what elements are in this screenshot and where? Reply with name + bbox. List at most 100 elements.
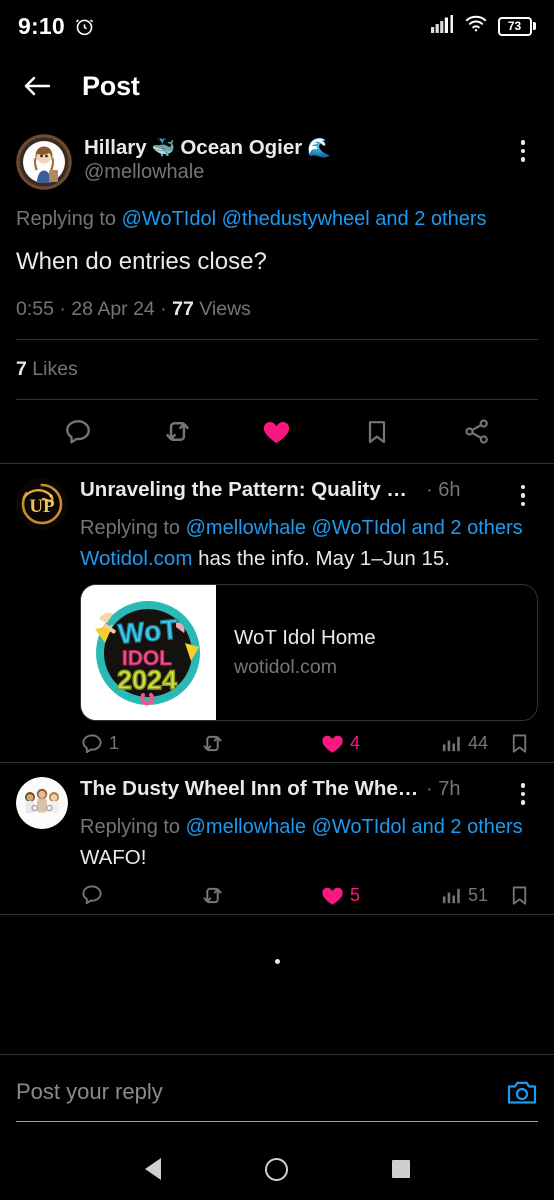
reply-display-name[interactable]: The Dusty Wheel Inn of The Wheel... xyxy=(80,777,420,801)
camera-icon xyxy=(507,1081,537,1104)
replying-prefix: Replying to xyxy=(80,816,186,839)
share-button[interactable] xyxy=(426,417,526,446)
reply-button[interactable] xyxy=(80,883,200,907)
camera-button[interactable] xyxy=(506,1077,538,1107)
like-button[interactable]: 4 xyxy=(320,731,440,756)
nav-home-button[interactable] xyxy=(264,1157,288,1181)
retweet-button[interactable] xyxy=(128,416,228,447)
arrow-left-icon xyxy=(24,76,51,96)
status-bar: 9:10 73 xyxy=(0,0,554,52)
reply-item[interactable]: The Dusty Wheel Inn of The Wheel... · 7h… xyxy=(0,763,554,914)
reply-item[interactable]: UP Unraveling the Pattern: Quality Wo...… xyxy=(0,464,554,762)
like-heart-icon xyxy=(322,735,343,753)
meta-separator-1: · xyxy=(53,298,72,321)
reply-icon xyxy=(82,734,102,753)
views-count: 44 xyxy=(468,733,489,754)
reply-input-placeholder[interactable]: Post your reply xyxy=(16,1079,506,1105)
wifi-icon xyxy=(465,15,487,37)
retweet-button[interactable] xyxy=(200,731,320,756)
likes-count: 7 xyxy=(16,358,27,381)
replying-mentions[interactable]: @WoTIdol @thedustywheel xyxy=(122,208,370,230)
bookmark-button[interactable] xyxy=(327,418,427,446)
reply-text: Wotidol.com has the info. May 1–Jun 15. xyxy=(80,545,538,574)
reply-icon xyxy=(82,885,102,905)
views-button[interactable]: 44 xyxy=(440,732,488,755)
reply-content: The Dusty Wheel Inn of The Wheel... · 7h… xyxy=(80,777,538,908)
more-options-icon xyxy=(520,140,526,162)
replying-prefix: Replying to xyxy=(16,208,122,230)
bookmark-button[interactable] xyxy=(488,884,550,907)
share-button[interactable] xyxy=(550,884,554,907)
reply-timestamp: · 6h xyxy=(426,479,461,502)
battery-level-label: 73 xyxy=(507,19,522,33)
nav-back-button[interactable] xyxy=(144,1158,161,1180)
share-button[interactable] xyxy=(550,732,554,755)
tweet-date: 28 Apr 24 xyxy=(71,298,155,321)
reply-content: Unraveling the Pattern: Quality Wo... · … xyxy=(80,478,538,756)
link-preview-card[interactable]: WoT IDOL 2024 WoT Idol Home wotidol.com xyxy=(80,584,538,722)
retweet-button[interactable] xyxy=(200,883,320,908)
views-bars-icon xyxy=(442,736,460,752)
user-handle[interactable]: @mellowhale xyxy=(84,161,496,184)
status-bar-left: 9:10 xyxy=(18,13,95,40)
thread-feed[interactable]: Hillary 🐳 Ocean Ogier 🌊 @mellowhale Repl… xyxy=(0,120,554,1054)
bookmark-icon xyxy=(512,734,526,753)
bookmark-icon xyxy=(368,420,385,444)
reply-replying-to: Replying to @mellowhale @WoTIdol and 2 o… xyxy=(80,813,538,841)
link-preview-domain: wotidol.com xyxy=(234,656,337,679)
more-options-button[interactable] xyxy=(508,134,538,168)
more-options-button[interactable] xyxy=(508,478,538,512)
display-name-part-1: Hillary xyxy=(84,136,147,159)
display-name[interactable]: Hillary 🐳 Ocean Ogier 🌊 xyxy=(84,136,496,160)
reply-composer: Post your reply xyxy=(0,1054,554,1138)
main-tweet-identity: Hillary 🐳 Ocean Ogier 🌊 @mellowhale xyxy=(84,134,496,184)
avatar[interactable] xyxy=(16,134,72,190)
page-title: Post xyxy=(82,70,140,101)
phone-screen: 9:10 73 Post Hillary 🐳 Ocean Ogier 🌊 @me… xyxy=(0,0,554,1200)
views-button[interactable]: 51 xyxy=(440,884,488,907)
reply-button[interactable] xyxy=(28,417,128,447)
reply-actions: 1 4 44 xyxy=(80,731,538,756)
replying-others[interactable]: and 2 others xyxy=(370,208,486,230)
link-preview-image: WoT IDOL 2024 xyxy=(81,585,216,721)
replying-prefix: Replying to xyxy=(80,517,186,540)
meta-separator-2: · xyxy=(154,298,173,321)
nav-recents-button[interactable] xyxy=(391,1160,410,1178)
reply-identity: Unraveling the Pattern: Quality Wo... · … xyxy=(80,478,508,502)
status-bar-right: 73 xyxy=(430,14,536,38)
retweet-icon xyxy=(203,887,222,903)
replying-mentions[interactable]: @mellowhale @WoTIdol and 2 others xyxy=(186,816,523,838)
likes-summary[interactable]: 7 Likes xyxy=(0,340,554,399)
like-button[interactable] xyxy=(227,416,327,447)
reply-header: Unraveling the Pattern: Quality Wo... · … xyxy=(80,478,538,512)
more-options-icon xyxy=(520,783,526,805)
like-count: 5 xyxy=(350,884,361,905)
reply-button[interactable]: 1 xyxy=(80,732,200,756)
more-options-button[interactable] xyxy=(508,777,538,811)
svg-text:WoT: WoT xyxy=(117,614,180,650)
back-button[interactable] xyxy=(20,69,54,103)
main-tweet-actions xyxy=(0,400,554,463)
views-count: 51 xyxy=(468,884,489,905)
reply-text: WAFO! xyxy=(80,846,147,870)
like-heart-icon xyxy=(264,422,290,444)
avatar[interactable] xyxy=(16,777,68,908)
reply-link[interactable]: Wotidol.com xyxy=(80,547,192,570)
nav-home-icon xyxy=(264,1157,288,1181)
svg-text:2024: 2024 xyxy=(117,665,177,695)
reply-display-name[interactable]: Unraveling the Pattern: Quality Wo... xyxy=(80,478,420,502)
main-tweet: Hillary 🐳 Ocean Ogier 🌊 @mellowhale Repl… xyxy=(0,120,554,321)
replying-mentions[interactable]: @mellowhale @WoTIdol and 2 others xyxy=(186,517,523,539)
display-name-part-2: Ocean Ogier xyxy=(180,136,303,159)
main-tweet-header: Hillary 🐳 Ocean Ogier 🌊 @mellowhale xyxy=(16,134,538,190)
tweet-text: When do entries close? xyxy=(16,248,267,275)
wot-idol-2024-logo-image: WoT IDOL 2024 xyxy=(81,585,216,721)
likes-label: Likes xyxy=(26,358,78,381)
tweet-metadata: 0:55 · 28 Apr 24 · 77 Views xyxy=(16,298,538,321)
app-header: Post xyxy=(0,52,554,120)
bookmark-button[interactable] xyxy=(488,732,550,755)
avatar[interactable]: UP xyxy=(16,478,68,756)
reply-timestamp: · 7h xyxy=(426,778,461,801)
like-button[interactable]: 5 xyxy=(320,883,440,908)
android-nav-bar xyxy=(0,1138,554,1200)
